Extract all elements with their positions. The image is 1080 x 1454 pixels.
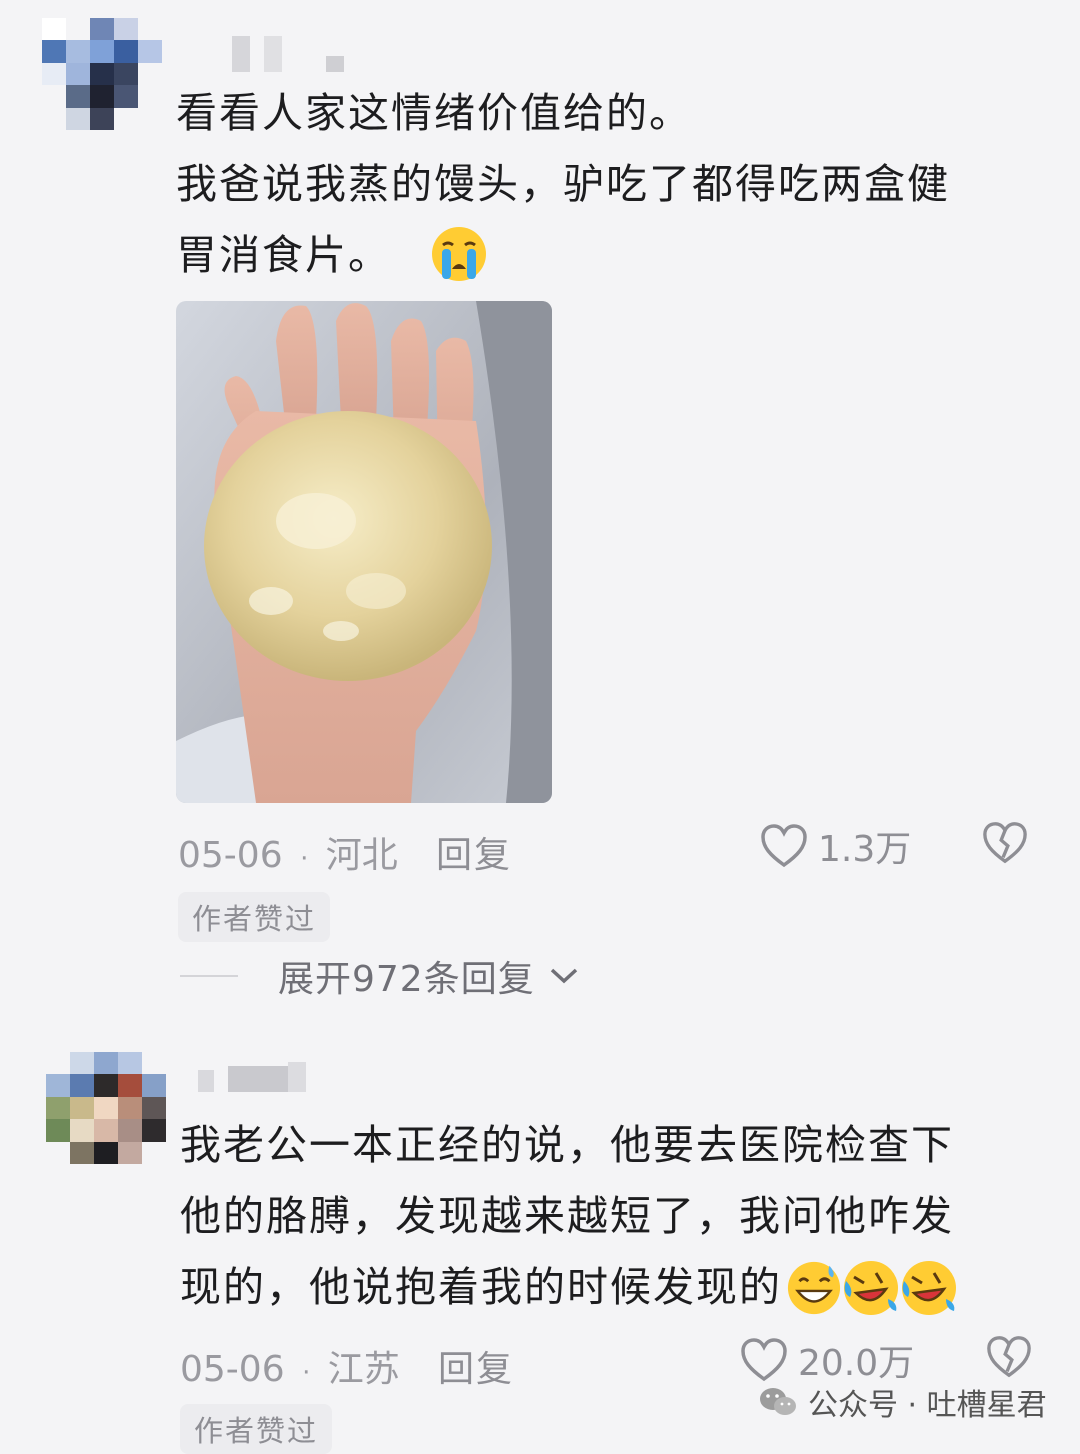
comment-text: 看看人家这情绪价值给的。 我爸说我蒸的馒头，驴吃了都得吃两盒健 胃消食片。 (176, 78, 950, 291)
username-blurred[interactable] (198, 1062, 306, 1092)
comment-line: 我老公一本正经的说，他要去医院检查下 (180, 1121, 954, 1169)
meta-separator: · (302, 1358, 311, 1388)
rolling-laughing-face-icon (902, 1260, 956, 1315)
expand-replies-button[interactable]: 展开972条回复 (180, 950, 579, 1002)
author-liked-badge: 作者赞过 (178, 892, 331, 942)
broken-heart-icon (987, 1336, 1031, 1378)
author-liked-badge: 作者赞过 (180, 1404, 333, 1454)
like-count: 20.0万 (798, 1343, 915, 1384)
steamed-bun-in-hand-photo (176, 301, 552, 803)
broken-heart-icon (983, 822, 1027, 864)
heart-icon (761, 824, 807, 868)
dislike-button[interactable] (982, 820, 1028, 870)
dislike-button[interactable] (986, 1334, 1032, 1384)
watermark-text: 公众号 · 吐槽星君 (808, 1388, 1047, 1423)
loudly-crying-face-icon (432, 227, 487, 281)
comment-line: 看看人家这情绪价值给的。 (176, 89, 692, 137)
comment-line: 我爸说我蒸的馒头，驴吃了都得吃两盒健 (176, 160, 950, 208)
chevron-down-icon (550, 968, 577, 984)
comment-meta: 05-06 · 江苏 (180, 1340, 400, 1392)
comment-date: 05-06 (178, 835, 283, 876)
wechat-icon (760, 1388, 796, 1415)
like-button[interactable]: 1.3万 (760, 820, 911, 872)
grinning-sweat-face-icon (787, 1261, 841, 1314)
comment-line: 胃消食片。 (176, 231, 391, 279)
avatar[interactable] (46, 1052, 166, 1164)
like-count: 1.3万 (818, 829, 912, 870)
comment-date: 05-06 (180, 1349, 285, 1390)
comment-photo[interactable] (176, 301, 552, 803)
avatar[interactable] (42, 18, 162, 130)
comment-line: 他的胳膊，发现越来越短了，我问他咋发 (180, 1192, 954, 1240)
divider (180, 975, 238, 977)
comment-meta: 05-06 · 河北 (178, 826, 398, 878)
expand-replies-label: 展开972条回复 (278, 959, 535, 1000)
comment-text: 我老公一本正经的说，他要去医院检查下 他的胳膊，发现越来越短了，我问他咋发 现的… (180, 1110, 958, 1323)
comment-line: 现的，他说抱着我的时候发现的 (180, 1263, 782, 1311)
username-blurred[interactable] (232, 36, 344, 72)
comment-location: 江苏 (327, 1349, 400, 1390)
meta-separator: · (300, 844, 309, 874)
like-button[interactable]: 20.0万 (740, 1334, 914, 1386)
watermark: 公众号 · 吐槽星君 (758, 1380, 1047, 1424)
rolling-laughing-face-icon (844, 1260, 898, 1315)
reply-button[interactable]: 回复 (436, 826, 512, 878)
heart-icon (741, 1338, 787, 1382)
reply-button[interactable]: 回复 (438, 1340, 514, 1392)
comment-location: 河北 (325, 835, 398, 876)
